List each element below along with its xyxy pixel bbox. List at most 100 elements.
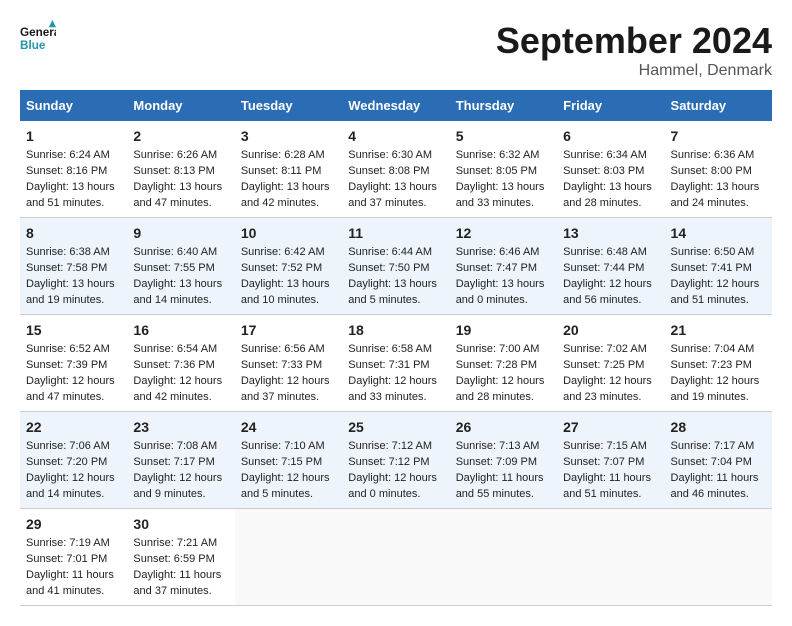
sunset-label: Sunset: 7:36 PM	[133, 359, 214, 371]
sunset-label: Sunset: 8:11 PM	[241, 165, 322, 177]
daylight-label: Daylight: 13 hours and 51 minutes.	[26, 181, 115, 209]
daylight-label: Daylight: 11 hours and 46 minutes.	[671, 472, 759, 500]
empty-cell	[235, 509, 342, 606]
month-title: September 2024	[496, 20, 772, 62]
day-cell-13: 13Sunrise: 6:48 AMSunset: 7:44 PMDayligh…	[557, 218, 664, 315]
sunset-label: Sunset: 7:41 PM	[671, 262, 752, 274]
day-cell-28: 28Sunrise: 7:17 AMSunset: 7:04 PMDayligh…	[665, 412, 772, 509]
day-cell-23: 23Sunrise: 7:08 AMSunset: 7:17 PMDayligh…	[127, 412, 234, 509]
header-monday: Monday	[127, 90, 234, 121]
svg-text:General: General	[20, 26, 56, 39]
header-thursday: Thursday	[450, 90, 557, 121]
sunrise-label: Sunrise: 6:44 AM	[348, 246, 432, 258]
empty-cell	[342, 509, 449, 606]
daylight-label: Daylight: 12 hours and 0 minutes.	[348, 472, 437, 500]
day-number: 4	[348, 126, 443, 146]
day-cell-25: 25Sunrise: 7:12 AMSunset: 7:12 PMDayligh…	[342, 412, 449, 509]
daylight-label: Daylight: 12 hours and 14 minutes.	[26, 472, 115, 500]
day-number: 1	[26, 126, 121, 146]
day-cell-30: 30Sunrise: 7:21 AMSunset: 6:59 PMDayligh…	[127, 509, 234, 606]
header-saturday: Saturday	[665, 90, 772, 121]
empty-cell	[557, 509, 664, 606]
title-block: September 2024 Hammel, Denmark	[496, 20, 772, 80]
sunrise-label: Sunrise: 6:48 AM	[563, 246, 647, 258]
day-cell-14: 14Sunrise: 6:50 AMSunset: 7:41 PMDayligh…	[665, 218, 772, 315]
daylight-label: Daylight: 12 hours and 23 minutes.	[563, 375, 652, 403]
sunrise-label: Sunrise: 7:17 AM	[671, 440, 755, 452]
day-cell-4: 4Sunrise: 6:30 AMSunset: 8:08 PMDaylight…	[342, 121, 449, 218]
day-cell-2: 2Sunrise: 6:26 AMSunset: 8:13 PMDaylight…	[127, 121, 234, 218]
day-cell-6: 6Sunrise: 6:34 AMSunset: 8:03 PMDaylight…	[557, 121, 664, 218]
calendar-week-row: 22Sunrise: 7:06 AMSunset: 7:20 PMDayligh…	[20, 412, 772, 509]
sunset-label: Sunset: 7:47 PM	[456, 262, 537, 274]
day-cell-17: 17Sunrise: 6:56 AMSunset: 7:33 PMDayligh…	[235, 315, 342, 412]
day-cell-20: 20Sunrise: 7:02 AMSunset: 7:25 PMDayligh…	[557, 315, 664, 412]
daylight-label: Daylight: 13 hours and 10 minutes.	[241, 278, 330, 306]
day-number: 21	[671, 320, 766, 340]
header-sunday: Sunday	[20, 90, 127, 121]
day-cell-11: 11Sunrise: 6:44 AMSunset: 7:50 PMDayligh…	[342, 218, 449, 315]
day-cell-10: 10Sunrise: 6:42 AMSunset: 7:52 PMDayligh…	[235, 218, 342, 315]
sunset-label: Sunset: 7:52 PM	[241, 262, 322, 274]
daylight-label: Daylight: 11 hours and 55 minutes.	[456, 472, 544, 500]
daylight-label: Daylight: 13 hours and 5 minutes.	[348, 278, 437, 306]
logo-icon: General Blue	[20, 20, 56, 56]
day-number: 24	[241, 417, 336, 437]
sunrise-label: Sunrise: 6:38 AM	[26, 246, 110, 258]
day-number: 5	[456, 126, 551, 146]
sunset-label: Sunset: 7:31 PM	[348, 359, 429, 371]
sunrise-label: Sunrise: 7:06 AM	[26, 440, 110, 452]
day-number: 15	[26, 320, 121, 340]
day-number: 3	[241, 126, 336, 146]
sunset-label: Sunset: 7:25 PM	[563, 359, 644, 371]
sunrise-label: Sunrise: 7:04 AM	[671, 343, 755, 355]
sunrise-label: Sunrise: 6:52 AM	[26, 343, 110, 355]
daylight-label: Daylight: 12 hours and 28 minutes.	[456, 375, 545, 403]
day-number: 29	[26, 514, 121, 534]
day-number: 8	[26, 223, 121, 243]
day-cell-19: 19Sunrise: 7:00 AMSunset: 7:28 PMDayligh…	[450, 315, 557, 412]
day-cell-9: 9Sunrise: 6:40 AMSunset: 7:55 PMDaylight…	[127, 218, 234, 315]
daylight-label: Daylight: 13 hours and 14 minutes.	[133, 278, 222, 306]
sunrise-label: Sunrise: 6:56 AM	[241, 343, 325, 355]
sunset-label: Sunset: 7:09 PM	[456, 456, 537, 468]
daylight-label: Daylight: 12 hours and 56 minutes.	[563, 278, 652, 306]
sunset-label: Sunset: 7:28 PM	[456, 359, 537, 371]
sunset-label: Sunset: 8:16 PM	[26, 165, 107, 177]
day-number: 11	[348, 223, 443, 243]
sunset-label: Sunset: 7:07 PM	[563, 456, 644, 468]
daylight-label: Daylight: 13 hours and 24 minutes.	[671, 181, 760, 209]
sunrise-label: Sunrise: 6:50 AM	[671, 246, 755, 258]
day-cell-22: 22Sunrise: 7:06 AMSunset: 7:20 PMDayligh…	[20, 412, 127, 509]
sunset-label: Sunset: 7:17 PM	[133, 456, 214, 468]
sunset-label: Sunset: 7:55 PM	[133, 262, 214, 274]
day-number: 17	[241, 320, 336, 340]
day-number: 14	[671, 223, 766, 243]
day-cell-3: 3Sunrise: 6:28 AMSunset: 8:11 PMDaylight…	[235, 121, 342, 218]
day-cell-26: 26Sunrise: 7:13 AMSunset: 7:09 PMDayligh…	[450, 412, 557, 509]
sunrise-label: Sunrise: 6:24 AM	[26, 149, 110, 161]
logo: General Blue	[20, 20, 60, 56]
daylight-label: Daylight: 12 hours and 9 minutes.	[133, 472, 222, 500]
day-number: 20	[563, 320, 658, 340]
sunset-label: Sunset: 8:05 PM	[456, 165, 537, 177]
sunset-label: Sunset: 7:44 PM	[563, 262, 644, 274]
daylight-label: Daylight: 12 hours and 37 minutes.	[241, 375, 330, 403]
sunset-label: Sunset: 6:59 PM	[133, 553, 214, 565]
day-number: 16	[133, 320, 228, 340]
sunset-label: Sunset: 7:58 PM	[26, 262, 107, 274]
page-header: General Blue September 2024 Hammel, Denm…	[20, 20, 772, 80]
day-cell-12: 12Sunrise: 6:46 AMSunset: 7:47 PMDayligh…	[450, 218, 557, 315]
daylight-label: Daylight: 12 hours and 33 minutes.	[348, 375, 437, 403]
day-cell-27: 27Sunrise: 7:15 AMSunset: 7:07 PMDayligh…	[557, 412, 664, 509]
sunrise-label: Sunrise: 6:26 AM	[133, 149, 217, 161]
sunrise-label: Sunrise: 6:42 AM	[241, 246, 325, 258]
day-number: 12	[456, 223, 551, 243]
daylight-label: Daylight: 13 hours and 37 minutes.	[348, 181, 437, 209]
day-number: 25	[348, 417, 443, 437]
sunrise-label: Sunrise: 7:15 AM	[563, 440, 647, 452]
day-cell-16: 16Sunrise: 6:54 AMSunset: 7:36 PMDayligh…	[127, 315, 234, 412]
sunset-label: Sunset: 7:04 PM	[671, 456, 752, 468]
day-number: 27	[563, 417, 658, 437]
sunset-label: Sunset: 8:03 PM	[563, 165, 644, 177]
